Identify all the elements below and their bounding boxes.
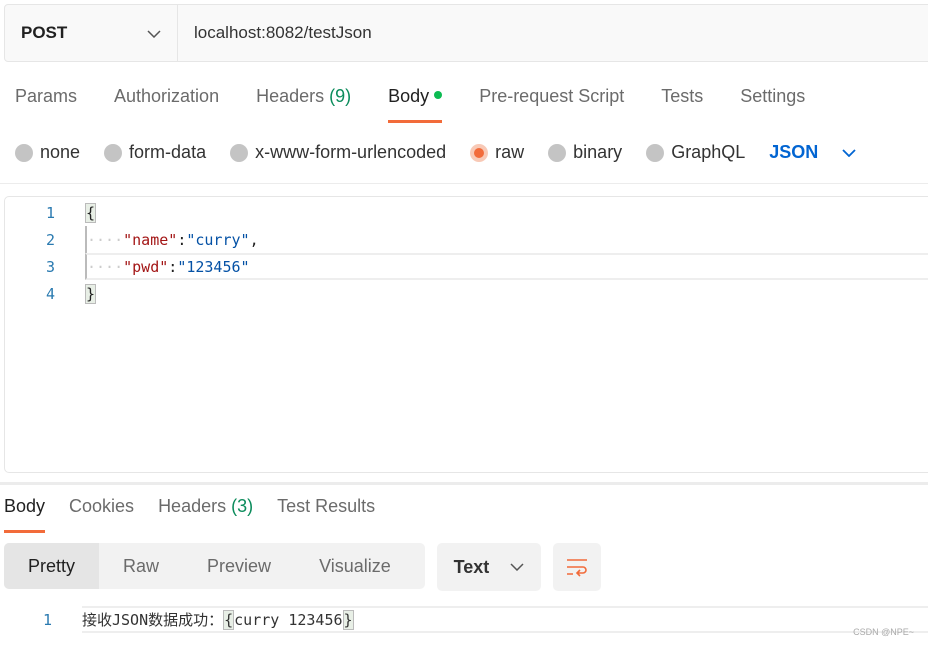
tab-pre-request-script[interactable]: Pre-request Script	[479, 86, 624, 123]
tab-authorization[interactable]: Authorization	[114, 86, 219, 123]
status-dot-icon	[434, 91, 443, 100]
tab-response-headers[interactable]: Headers (3)	[158, 496, 253, 533]
chevron-down-icon	[842, 148, 856, 157]
tab-tests[interactable]: Tests	[661, 86, 703, 123]
response-tabs: Body Cookies Headers (3) Test Results	[4, 496, 399, 533]
tab-settings[interactable]: Settings	[740, 86, 805, 123]
radio-urlencoded[interactable]: x-www-form-urlencoded	[230, 142, 446, 163]
body-type-radios: none form-data x-www-form-urlencoded raw…	[15, 142, 856, 163]
tab-cookies[interactable]: Cookies	[69, 496, 134, 533]
view-visualize[interactable]: Visualize	[295, 543, 415, 589]
view-preview[interactable]: Preview	[183, 543, 295, 589]
tab-response-body[interactable]: Body	[4, 496, 46, 533]
response-body: 1 接收JSON数据成功：{curry 123456}	[0, 606, 928, 633]
wrap-icon	[567, 559, 587, 577]
radio-binary[interactable]: binary	[548, 142, 622, 163]
wrap-lines-button[interactable]	[553, 543, 601, 591]
radio-none[interactable]: none	[15, 142, 80, 163]
chevron-down-icon	[510, 563, 524, 571]
radio-raw[interactable]: raw	[470, 142, 524, 163]
radio-form-data[interactable]: form-data	[104, 142, 206, 163]
radio-graphql[interactable]: GraphQL	[646, 142, 745, 163]
url-bar: POST localhost:8082/testJson	[4, 4, 928, 62]
view-mode-group: Pretty Raw Preview Visualize	[4, 543, 425, 589]
request-tabs: Params Authorization Headers (9) Body Pr…	[15, 86, 842, 123]
tab-test-results[interactable]: Test Results	[277, 496, 375, 533]
view-pretty[interactable]: Pretty	[4, 543, 100, 589]
body-editor[interactable]: 1{ 2 ···· "name": "curry", 3 ···· "pwd": "1234…	[4, 196, 928, 473]
format-select[interactable]: Text	[437, 543, 541, 591]
tab-headers[interactable]: Headers (9)	[256, 86, 351, 123]
tab-body[interactable]: Body	[388, 86, 443, 123]
view-raw[interactable]: Raw	[99, 543, 183, 589]
divider	[0, 183, 928, 184]
chevron-down-icon	[147, 23, 161, 43]
divider	[0, 482, 928, 485]
url-input[interactable]: localhost:8082/testJson	[178, 5, 372, 61]
language-select[interactable]: JSON	[769, 142, 856, 163]
tab-params[interactable]: Params	[15, 86, 77, 123]
method-select[interactable]: POST	[5, 5, 178, 61]
watermark: CSDN @NPE~	[853, 627, 914, 637]
